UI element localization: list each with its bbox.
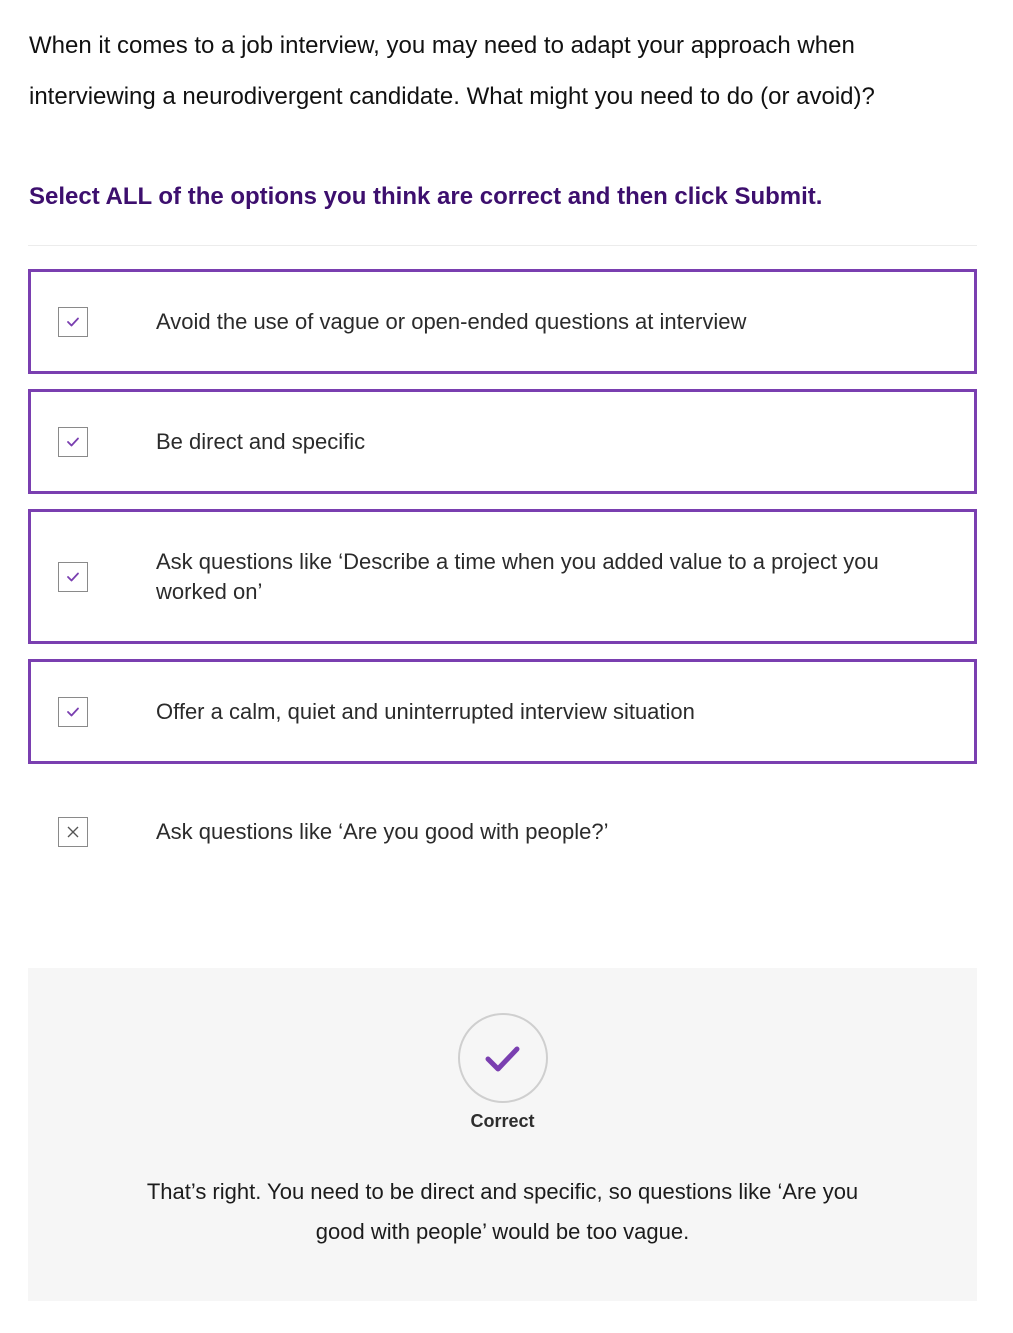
check-icon <box>67 437 79 447</box>
instruction-text: Select ALL of the options you think are … <box>29 183 823 210</box>
option-label: Be direct and specific <box>156 429 366 454</box>
feedback-message: That’s right. You need to be direct and … <box>146 1179 859 1244</box>
checkbox-checked[interactable] <box>58 697 88 727</box>
checkbox-checked[interactable] <box>58 427 88 457</box>
option-calm-interview[interactable]: Offer a calm, quiet and uninterrupted in… <box>28 659 977 764</box>
checkbox-checked[interactable] <box>58 562 88 592</box>
option-label: Ask questions like ‘Describe a time when… <box>156 549 879 604</box>
result-label: Correct <box>470 1111 535 1131</box>
checkbox-crossed[interactable] <box>58 817 88 847</box>
check-icon <box>67 317 79 327</box>
divider <box>28 245 977 246</box>
option-avoid-vague-questions[interactable]: Avoid the use of vague or open-ended que… <box>28 269 977 374</box>
checkbox-checked[interactable] <box>58 307 88 337</box>
question-text: When it comes to a job interview, you ma… <box>29 32 875 110</box>
option-label: Offer a calm, quiet and uninterrupted in… <box>156 699 695 724</box>
option-label: Ask questions like ‘Are you good with pe… <box>156 819 609 844</box>
check-icon <box>67 707 79 717</box>
feedback-panel: Correct That’s right. You need to be dir… <box>28 968 977 1301</box>
check-icon <box>67 572 79 582</box>
cross-icon <box>67 826 79 838</box>
option-be-direct[interactable]: Be direct and specific <box>28 389 977 494</box>
option-good-with-people[interactable]: Ask questions like ‘Are you good with pe… <box>28 779 977 884</box>
option-describe-a-time[interactable]: Ask questions like ‘Describe a time when… <box>28 509 977 644</box>
checkmark-icon <box>485 1046 520 1072</box>
result-badge <box>458 1013 548 1103</box>
option-label: Avoid the use of vague or open-ended que… <box>156 309 747 334</box>
